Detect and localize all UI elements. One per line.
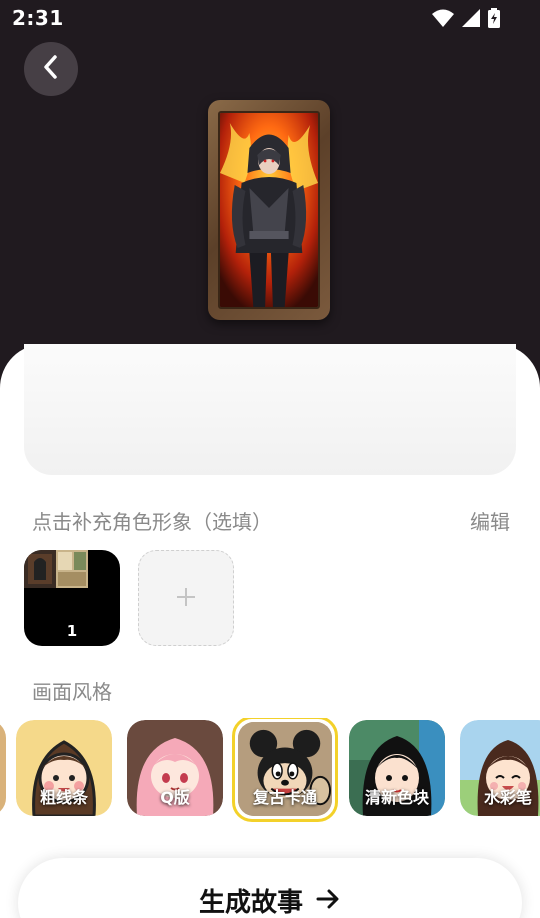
- style-label-bold-line: 粗线条: [39, 788, 88, 807]
- style-option-watercolor[interactable]: 水彩笔: [460, 720, 540, 816]
- bottom-sheet: 点击补充角色形象（选填） 编辑 1 画面风格 粗线条 Q版 复古卡通 清新色块 …: [0, 344, 540, 918]
- edit-button[interactable]: 编辑: [470, 506, 510, 535]
- style-option-chibi[interactable]: Q版: [127, 720, 223, 816]
- character-thumbnail[interactable]: 1: [24, 550, 120, 646]
- character-thumbnails: 1: [24, 550, 234, 646]
- character-thumbnail-count: 1: [66, 622, 78, 640]
- status-icons: [432, 8, 500, 28]
- character-section-header: 点击补充角色形象（选填） 编辑: [32, 506, 510, 535]
- style-label-fresh-color-block: 清新色块: [364, 788, 429, 807]
- style-carousel[interactable]: 粗线条 Q版 复古卡通 清新色块 水彩笔: [0, 718, 540, 822]
- signal-icon: [462, 9, 480, 27]
- arrow-right-icon: [315, 882, 341, 918]
- status-bar: 2:31: [0, 0, 540, 36]
- style-label-chibi: Q版: [160, 788, 190, 807]
- chevron-left-icon: [41, 54, 61, 84]
- style-section-header: 画面风格: [32, 676, 510, 705]
- style-section-label: 画面风格: [32, 680, 112, 704]
- character-thumbnail-images: [24, 550, 88, 588]
- character-portrait-frame: [208, 100, 330, 320]
- style-label-retro-cartoon: 复古卡通: [252, 788, 317, 807]
- style-option-retro-cartoon[interactable]: 复古卡通: [232, 718, 338, 822]
- wifi-icon: [432, 9, 454, 27]
- generate-story-button[interactable]: 生成故事: [18, 858, 522, 918]
- generate-story-label: 生成故事: [198, 888, 303, 918]
- battery-charging-icon: [488, 8, 500, 28]
- story-prompt-input[interactable]: [24, 344, 516, 475]
- status-time: 2:31: [12, 6, 64, 30]
- back-button[interactable]: [24, 42, 78, 96]
- character-section-label: 点击补充角色形象（选填）: [32, 510, 272, 534]
- plus-icon: [175, 581, 197, 616]
- add-character-button[interactable]: [138, 550, 234, 646]
- style-option-bold-line[interactable]: 粗线条: [16, 720, 112, 816]
- style-option-partial[interactable]: [0, 720, 6, 816]
- style-label-watercolor: 水彩笔: [483, 788, 532, 807]
- character-portrait-image: [218, 111, 320, 309]
- style-option-fresh-color-block[interactable]: 清新色块: [349, 720, 445, 816]
